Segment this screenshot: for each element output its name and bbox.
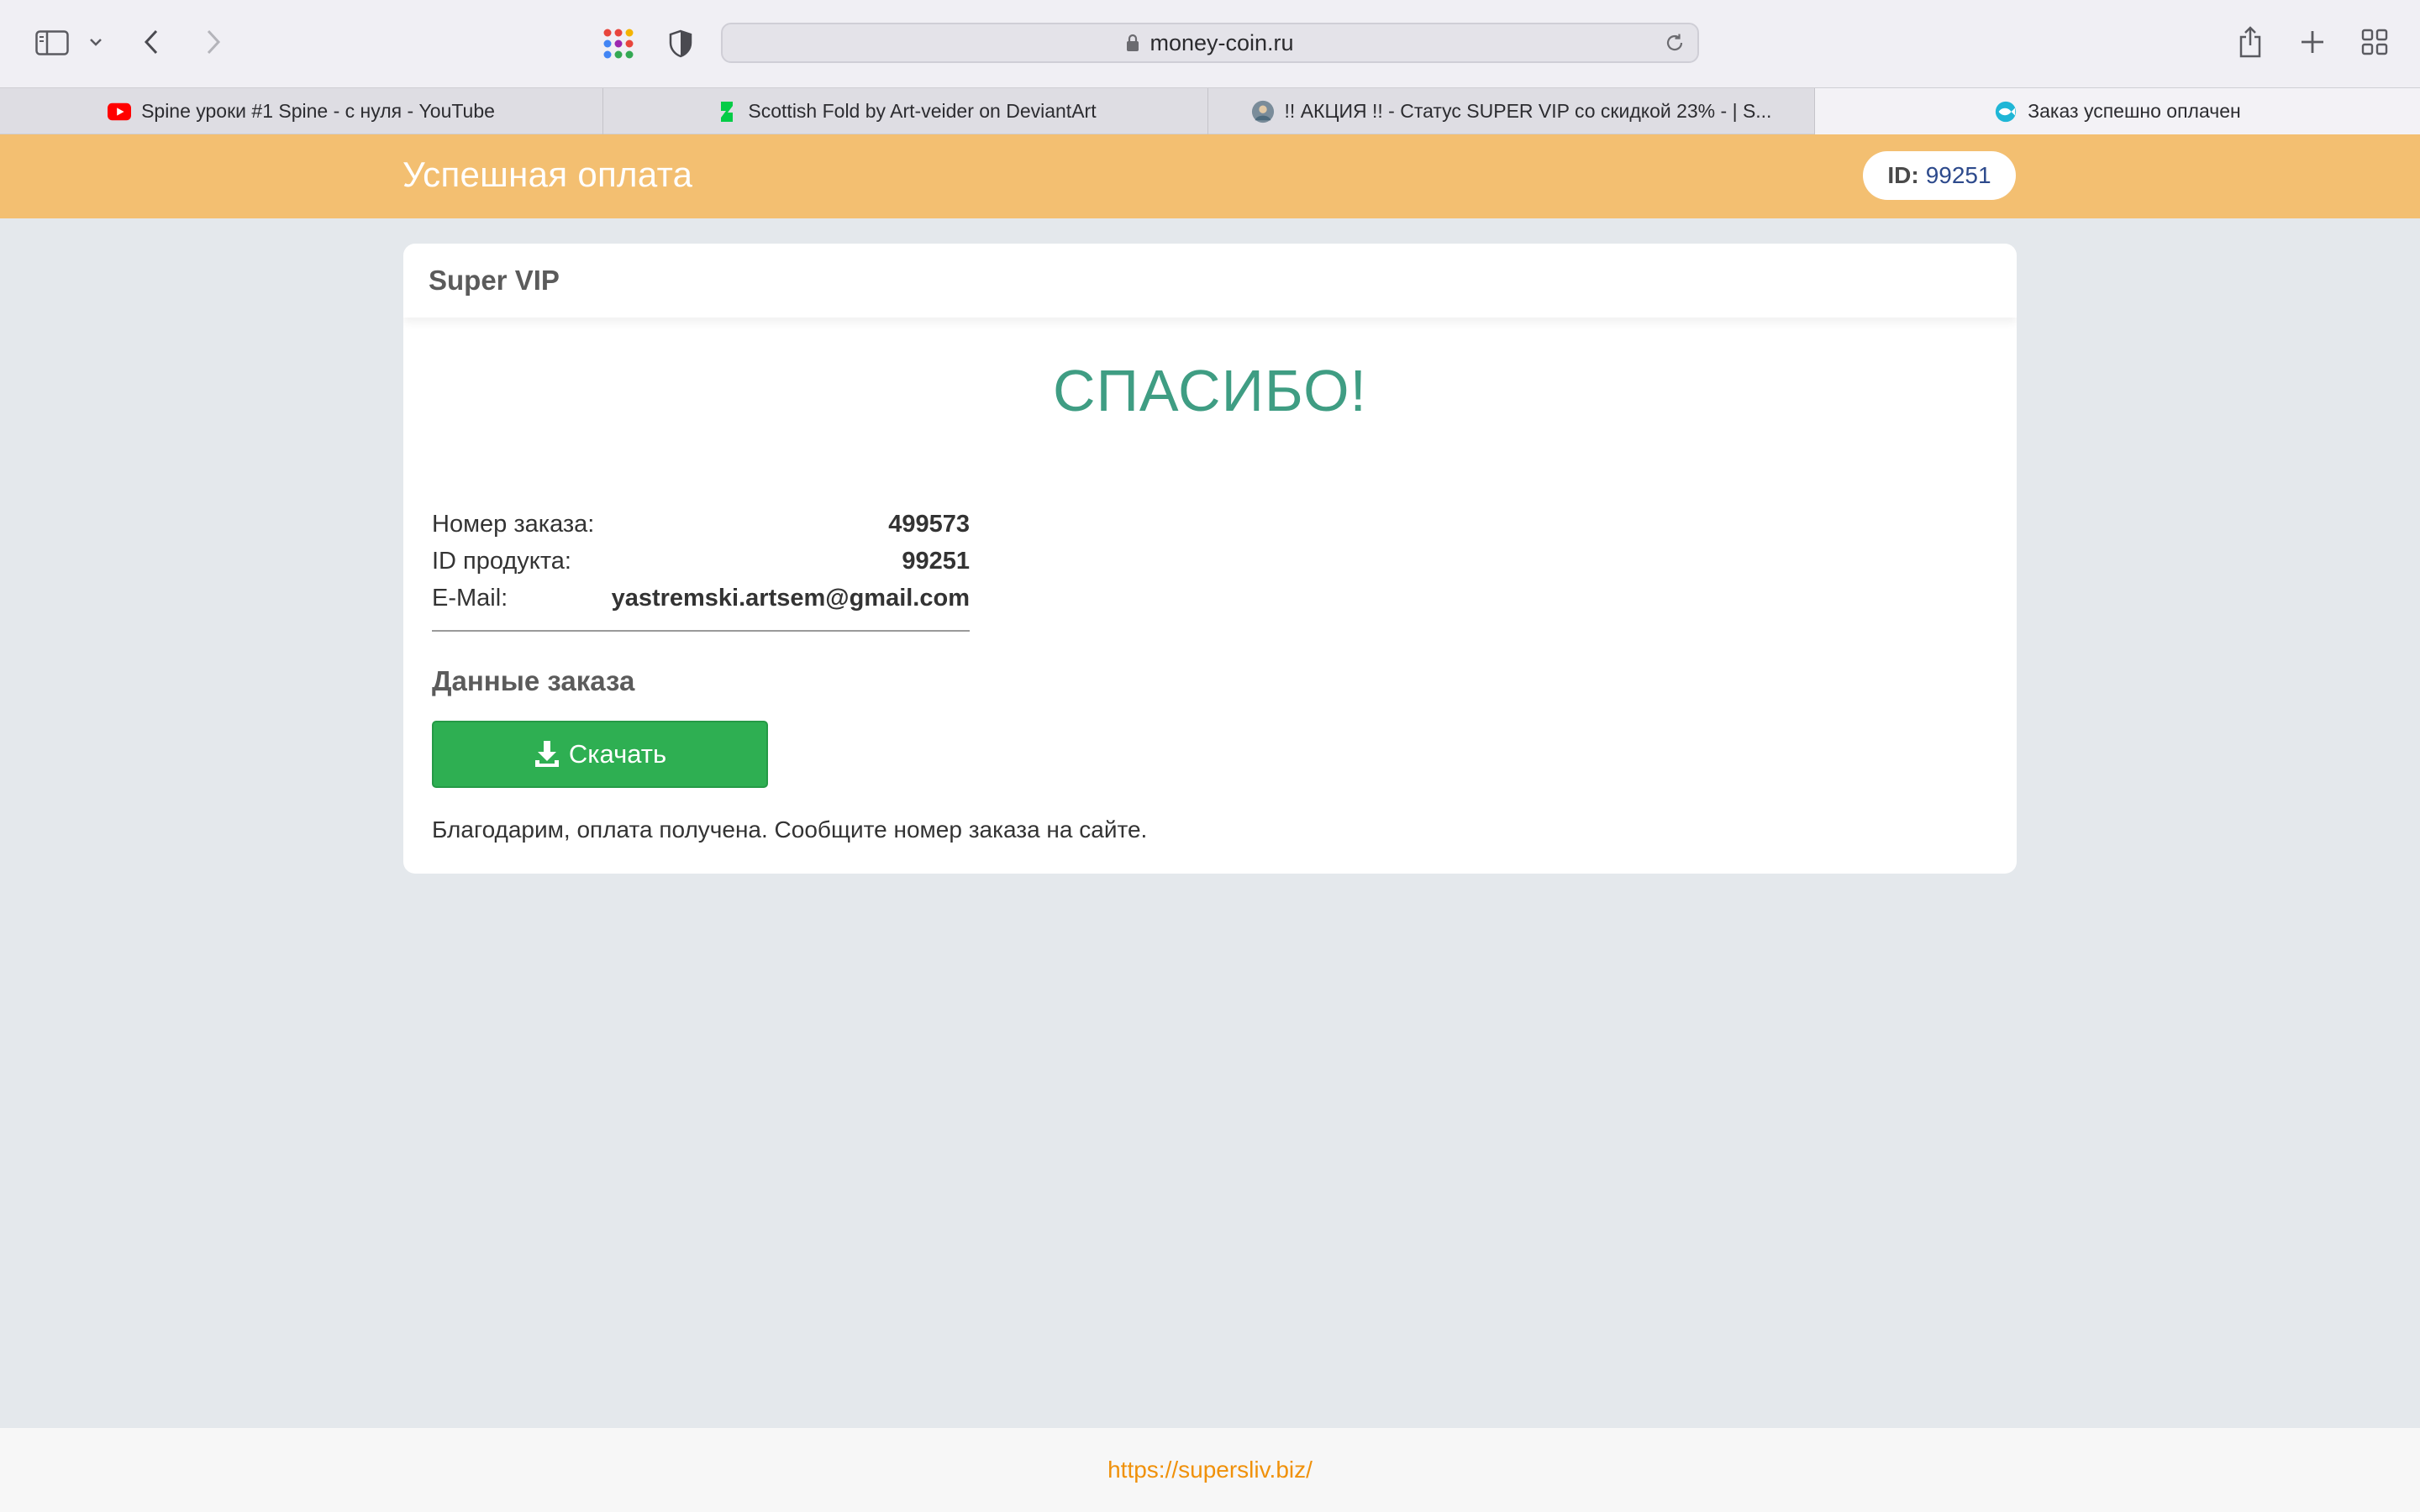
order-data-heading: Данные заказа: [432, 665, 635, 696]
browser-toolbar: money-coin.ru: [0, 0, 2420, 87]
id-badge: ID: 99251: [1863, 151, 2016, 200]
id-value: 99251: [1925, 162, 1991, 188]
tab-youtube[interactable]: Spine уроки #1 Spine - с нуля - YouTube: [0, 88, 603, 134]
tab-order-paid[interactable]: Заказ успешно оплачен: [1815, 88, 2420, 134]
extensions-grid-icon[interactable]: [600, 25, 637, 62]
product-id-label: ID продукта:: [432, 547, 571, 575]
tab-promo[interactable]: !! АКЦИЯ !! - Статус SUPER VIP со скидко…: [1208, 88, 1815, 134]
tab-bar: Spine уроки #1 Spine - с нуля - YouTube …: [0, 87, 2420, 134]
new-tab-icon[interactable]: [2297, 27, 2328, 57]
card-title: Super VIP: [403, 244, 2017, 318]
page-header: Успешная оплата ID: 99251: [0, 134, 2420, 218]
product-id-value: 99251: [902, 547, 970, 575]
page-title: Успешная оплата: [402, 155, 693, 194]
reload-icon[interactable]: [1664, 32, 1686, 58]
tab-overview-icon[interactable]: [2360, 27, 2390, 57]
download-button[interactable]: Скачать: [432, 721, 768, 788]
tab-title: Spine уроки #1 Spine - с нуля - YouTube: [141, 100, 495, 122]
sidebar-toggle-icon[interactable]: [34, 27, 71, 59]
id-label: ID:: [1887, 162, 1919, 188]
order-info: Номер заказа: 499573 ID продукта: 99251 …: [432, 506, 970, 632]
share-icon[interactable]: [2235, 24, 2265, 60]
site-avatar-icon: [1251, 100, 1275, 123]
order-number-value: 499573: [888, 510, 970, 538]
youtube-icon: [108, 100, 132, 123]
email-row: E-Mail: yastremski.artsem@gmail.com: [432, 580, 970, 617]
tab-title: Scottish Fold by Art-veider on DeviantAr…: [748, 100, 1097, 122]
thanks-heading: СПАСИБО!: [1053, 358, 1367, 423]
order-number-row: Номер заказа: 499573: [432, 506, 970, 543]
privacy-shield-icon[interactable]: [666, 27, 696, 60]
download-label: Скачать: [568, 739, 667, 769]
footer-link[interactable]: https://supersliv.biz/: [1107, 1457, 1313, 1483]
lock-icon: [1126, 34, 1139, 52]
product-id-row: ID продукта: 99251: [432, 543, 970, 580]
tab-title: Заказ успешно оплачен: [2028, 100, 2241, 122]
page-footer: https://supersliv.biz/: [0, 1428, 2420, 1512]
email-label: E-Mail:: [432, 584, 508, 612]
tab-deviantart[interactable]: Scottish Fold by Art-veider on DeviantAr…: [603, 88, 1208, 134]
fish-icon: [1994, 100, 2018, 123]
deviantart-icon: [714, 100, 738, 123]
address-host: money-coin.ru: [1150, 29, 1294, 55]
forward-icon[interactable]: [202, 25, 225, 59]
address-bar[interactable]: money-coin.ru: [721, 23, 1699, 63]
download-icon: [534, 740, 560, 769]
payment-note: Благодарим, оплата получена. Сообщите но…: [432, 816, 1148, 843]
tab-title: !! АКЦИЯ !! - Статус SUPER VIP со скидко…: [1284, 100, 1772, 122]
email-value: yastremski.artsem@gmail.com: [611, 584, 970, 612]
divider: [432, 630, 970, 632]
chevron-down-icon[interactable]: [87, 32, 104, 52]
order-card: Super VIP СПАСИБО! Номер заказа: 499573 …: [403, 244, 2017, 874]
order-number-label: Номер заказа:: [432, 510, 595, 538]
back-icon[interactable]: [139, 25, 163, 59]
